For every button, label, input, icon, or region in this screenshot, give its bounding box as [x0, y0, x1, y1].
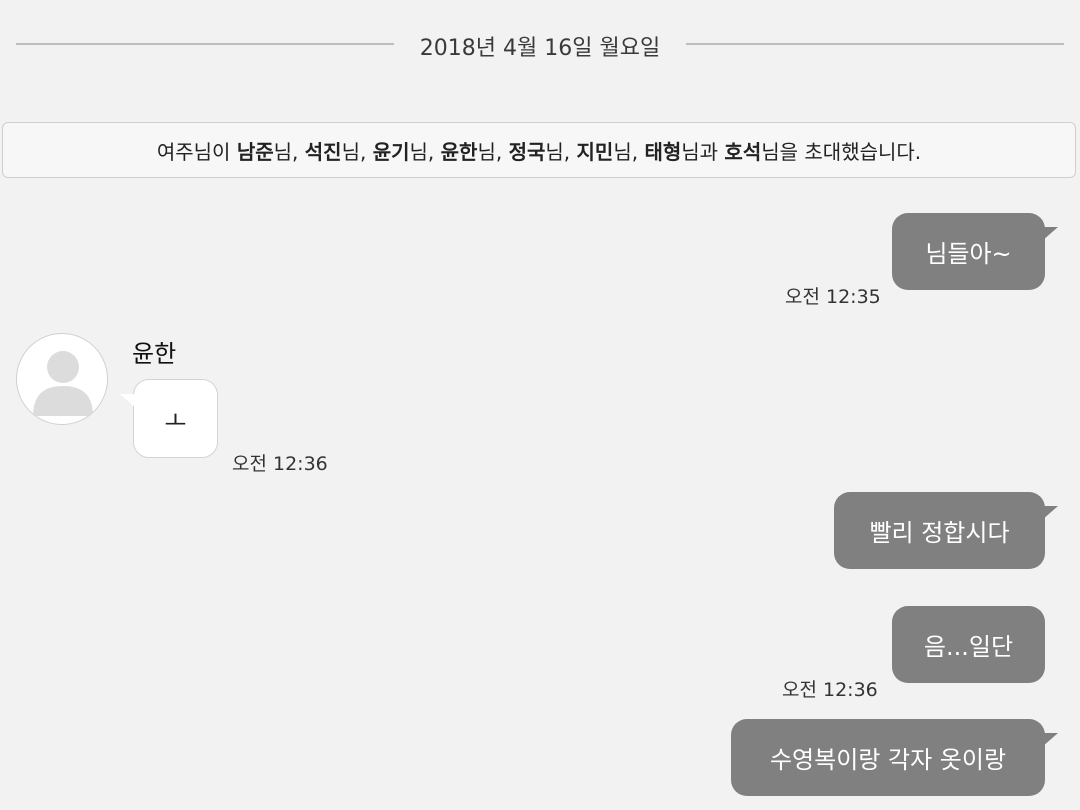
invited-user-name: 정국 — [508, 139, 546, 164]
notice-text-part: 님, — [341, 139, 373, 164]
sender-name: 윤한 — [132, 340, 177, 368]
date-divider: 2018년 4월 16일 월요일 — [16, 24, 1064, 64]
default-avatar-icon — [33, 351, 93, 416]
notice-text-part: 님, — [409, 139, 441, 164]
message-text: 음...일단 — [923, 633, 1014, 661]
message-time: 오전 12:36 — [782, 679, 878, 701]
invited-user-name: 태형 — [644, 139, 682, 164]
message-bubble-mine[interactable]: 수영복이랑 각자 옷이랑 — [731, 719, 1058, 796]
message-bubble-mine[interactable]: 음...일단 — [892, 606, 1045, 683]
invite-notice: 여주님이 남준님, 석진님, 윤기님, 윤한님, 정국님, 지민님, 태형님과 … — [2, 122, 1076, 178]
message-text: 빨리 정합시다 — [869, 519, 1010, 547]
message-text: ㅗ — [164, 407, 187, 435]
invited-user-name: 윤기 — [372, 139, 410, 164]
date-label: 2018년 4월 16일 월요일 — [419, 36, 661, 61]
message-bubble-mine[interactable]: 빨리 정합시다 — [834, 492, 1058, 569]
message-time: 오전 12:35 — [785, 286, 881, 308]
invited-user-name: 호석 — [724, 139, 762, 164]
message-text: 수영복이랑 각자 옷이랑 — [769, 746, 1007, 774]
invited-user-name: 윤한 — [440, 139, 478, 164]
divider-line-left — [16, 43, 394, 45]
sender-avatar[interactable] — [16, 333, 108, 425]
message-bubble-theirs[interactable]: ㅗ — [120, 379, 218, 458]
notice-text-part: 님, — [545, 139, 577, 164]
invited-user-name: 남준 — [236, 139, 274, 164]
notice-text-part: 님, — [477, 139, 509, 164]
invited-user-name: 석진 — [304, 139, 342, 164]
invite-notice-text: 여주님이 남준님, 석진님, 윤기님, 윤한님, 정국님, 지민님, 태형님과 … — [157, 136, 921, 165]
message-bubble-mine[interactable]: 님들아~ — [892, 213, 1058, 290]
notice-text-part: 님, — [273, 139, 305, 164]
invited-user-name: 지민 — [576, 139, 614, 164]
notice-text-part: 여주님이 — [156, 139, 237, 164]
message-text: 님들아~ — [925, 240, 1012, 268]
notice-text-part: 님, — [613, 139, 645, 164]
message-time: 오전 12:36 — [232, 453, 328, 475]
notice-text-part: 님과 — [681, 139, 725, 164]
notice-text-part: 님을 초대했습니다. — [761, 139, 922, 164]
divider-line-right — [686, 43, 1064, 45]
